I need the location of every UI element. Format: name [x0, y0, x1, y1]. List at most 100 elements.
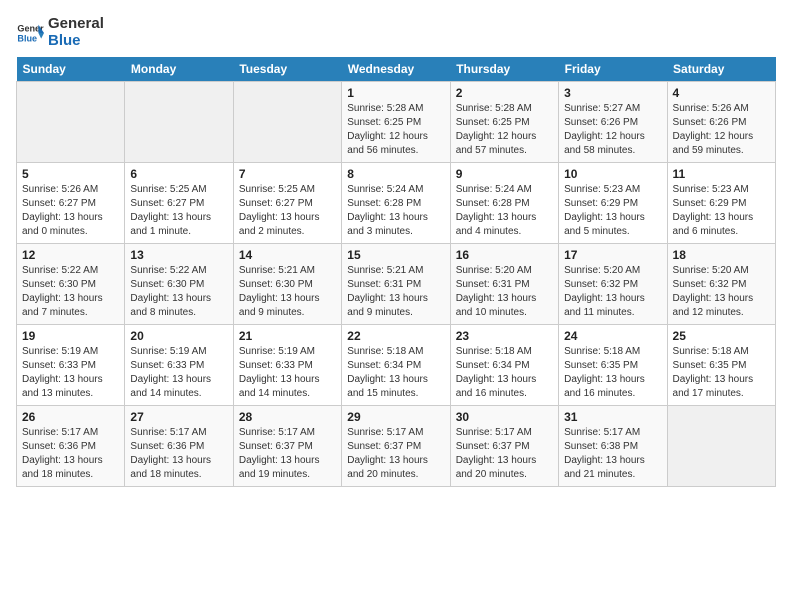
calendar-cell: [17, 82, 125, 163]
day-number: 3: [564, 86, 661, 100]
day-info: Sunrise: 5:25 AM Sunset: 6:27 PM Dayligh…: [130, 183, 227, 239]
col-header-friday: Friday: [559, 57, 667, 82]
day-info: Sunrise: 5:19 AM Sunset: 6:33 PM Dayligh…: [239, 345, 336, 401]
day-info: Sunrise: 5:28 AM Sunset: 6:25 PM Dayligh…: [456, 102, 553, 158]
day-number: 23: [456, 329, 553, 343]
calendar-cell: 9 Sunrise: 5:24 AM Sunset: 6:28 PM Daylig…: [450, 163, 558, 244]
calendar-cell: 19 Sunrise: 5:19 AM Sunset: 6:33 PM Dayli…: [17, 325, 125, 406]
calendar-cell: 20 Sunrise: 5:19 AM Sunset: 6:33 PM Dayli…: [125, 325, 233, 406]
day-number: 19: [22, 329, 119, 343]
day-info: Sunrise: 5:19 AM Sunset: 6:33 PM Dayligh…: [130, 345, 227, 401]
day-number: 14: [239, 248, 336, 262]
day-info: Sunrise: 5:23 AM Sunset: 6:29 PM Dayligh…: [673, 183, 770, 239]
calendar-cell: 18Sunrise: 5:20 AM Sunset: 6:32 PM Dayli…: [667, 244, 775, 325]
calendar-cell: 31 Sunrise: 5:17 AM Sunset: 6:38 PM Dayli…: [559, 406, 667, 487]
calendar-cell: [667, 406, 775, 487]
day-info: Sunrise: 5:24 AM Sunset: 6:28 PM Dayligh…: [456, 183, 553, 239]
day-number: 24: [564, 329, 661, 343]
day-number: 18: [673, 248, 770, 262]
calendar-cell: 26 Sunrise: 5:17 AM Sunset: 6:36 PM Dayli…: [17, 406, 125, 487]
calendar-cell: 10 Sunrise: 5:23 AM Sunset: 6:29 PM Dayli…: [559, 163, 667, 244]
page-header: General Blue General Blue: [16, 16, 776, 49]
calendar-cell: [125, 82, 233, 163]
day-info: Sunrise: 5:18 AM Sunset: 6:34 PM Dayligh…: [347, 345, 444, 401]
day-number: 11: [673, 167, 770, 181]
calendar-cell: 14Sunrise: 5:21 AM Sunset: 6:30 PM Dayli…: [233, 244, 341, 325]
day-number: 5: [22, 167, 119, 181]
calendar-cell: 28 Sunrise: 5:17 AM Sunset: 6:37 PM Dayli…: [233, 406, 341, 487]
day-info: Sunrise: 5:17 AM Sunset: 6:38 PM Dayligh…: [564, 426, 661, 482]
col-header-monday: Monday: [125, 57, 233, 82]
day-number: 28: [239, 410, 336, 424]
day-info: Sunrise: 5:17 AM Sunset: 6:36 PM Dayligh…: [22, 426, 119, 482]
calendar-cell: 2 Sunrise: 5:28 AM Sunset: 6:25 PM Daylig…: [450, 82, 558, 163]
day-number: 10: [564, 167, 661, 181]
day-number: 31: [564, 410, 661, 424]
calendar-cell: 22 Sunrise: 5:18 AM Sunset: 6:34 PM Dayli…: [342, 325, 450, 406]
day-info: Sunrise: 5:18 AM Sunset: 6:34 PM Dayligh…: [456, 345, 553, 401]
calendar-cell: 11 Sunrise: 5:23 AM Sunset: 6:29 PM Dayli…: [667, 163, 775, 244]
day-info: Sunrise: 5:18 AM Sunset: 6:35 PM Dayligh…: [564, 345, 661, 401]
day-number: 15: [347, 248, 444, 262]
calendar-cell: 1Sunrise: 5:28 AM Sunset: 6:25 PM Daylig…: [342, 82, 450, 163]
day-info: Sunrise: 5:25 AM Sunset: 6:27 PM Dayligh…: [239, 183, 336, 239]
calendar-cell: 25Sunrise: 5:18 AM Sunset: 6:35 PM Dayli…: [667, 325, 775, 406]
calendar-cell: 27Sunrise: 5:17 AM Sunset: 6:36 PM Dayli…: [125, 406, 233, 487]
logo-blue: Blue: [48, 33, 104, 50]
day-number: 21: [239, 329, 336, 343]
day-number: 4: [673, 86, 770, 100]
calendar-cell: 8Sunrise: 5:24 AM Sunset: 6:28 PM Daylig…: [342, 163, 450, 244]
day-number: 13: [130, 248, 227, 262]
day-info: Sunrise: 5:27 AM Sunset: 6:26 PM Dayligh…: [564, 102, 661, 158]
logo-icon: General Blue: [16, 19, 44, 47]
calendar-cell: 24 Sunrise: 5:18 AM Sunset: 6:35 PM Dayli…: [559, 325, 667, 406]
day-info: Sunrise: 5:17 AM Sunset: 6:37 PM Dayligh…: [347, 426, 444, 482]
calendar-cell: 6 Sunrise: 5:25 AM Sunset: 6:27 PM Daylig…: [125, 163, 233, 244]
day-number: 22: [347, 329, 444, 343]
day-number: 20: [130, 329, 227, 343]
calendar-cell: 29 Sunrise: 5:17 AM Sunset: 6:37 PM Dayli…: [342, 406, 450, 487]
day-info: Sunrise: 5:19 AM Sunset: 6:33 PM Dayligh…: [22, 345, 119, 401]
day-number: 29: [347, 410, 444, 424]
day-number: 30: [456, 410, 553, 424]
day-number: 12: [22, 248, 119, 262]
day-info: Sunrise: 5:28 AM Sunset: 6:25 PM Dayligh…: [347, 102, 444, 158]
day-number: 9: [456, 167, 553, 181]
calendar-cell: 21 Sunrise: 5:19 AM Sunset: 6:33 PM Dayli…: [233, 325, 341, 406]
day-number: 6: [130, 167, 227, 181]
calendar-week-row: 26 Sunrise: 5:17 AM Sunset: 6:36 PM Dayli…: [17, 406, 776, 487]
col-header-thursday: Thursday: [450, 57, 558, 82]
day-info: Sunrise: 5:17 AM Sunset: 6:37 PM Dayligh…: [239, 426, 336, 482]
calendar-week-row: 1Sunrise: 5:28 AM Sunset: 6:25 PM Daylig…: [17, 82, 776, 163]
calendar-week-row: 12 Sunrise: 5:22 AM Sunset: 6:30 PM Dayli…: [17, 244, 776, 325]
svg-text:Blue: Blue: [17, 33, 37, 43]
calendar-cell: 15 Sunrise: 5:21 AM Sunset: 6:31 PM Dayli…: [342, 244, 450, 325]
calendar-week-row: 5Sunrise: 5:26 AM Sunset: 6:27 PM Daylig…: [17, 163, 776, 244]
day-number: 8: [347, 167, 444, 181]
day-info: Sunrise: 5:22 AM Sunset: 6:30 PM Dayligh…: [22, 264, 119, 320]
day-info: Sunrise: 5:21 AM Sunset: 6:31 PM Dayligh…: [347, 264, 444, 320]
day-number: 2: [456, 86, 553, 100]
calendar-cell: 4 Sunrise: 5:26 AM Sunset: 6:26 PM Daylig…: [667, 82, 775, 163]
calendar-cell: 23 Sunrise: 5:18 AM Sunset: 6:34 PM Dayli…: [450, 325, 558, 406]
calendar-cell: 7 Sunrise: 5:25 AM Sunset: 6:27 PM Daylig…: [233, 163, 341, 244]
calendar-cell: 5Sunrise: 5:26 AM Sunset: 6:27 PM Daylig…: [17, 163, 125, 244]
day-number: 27: [130, 410, 227, 424]
calendar-cell: 12 Sunrise: 5:22 AM Sunset: 6:30 PM Dayli…: [17, 244, 125, 325]
day-info: Sunrise: 5:18 AM Sunset: 6:35 PM Dayligh…: [673, 345, 770, 401]
day-number: 16: [456, 248, 553, 262]
calendar-cell: 13Sunrise: 5:22 AM Sunset: 6:30 PM Dayli…: [125, 244, 233, 325]
logo: General Blue General Blue: [16, 16, 104, 49]
logo-general: General: [48, 15, 104, 32]
day-info: Sunrise: 5:23 AM Sunset: 6:29 PM Dayligh…: [564, 183, 661, 239]
day-number: 7: [239, 167, 336, 181]
day-info: Sunrise: 5:26 AM Sunset: 6:26 PM Dayligh…: [673, 102, 770, 158]
day-number: 26: [22, 410, 119, 424]
day-info: Sunrise: 5:20 AM Sunset: 6:32 PM Dayligh…: [564, 264, 661, 320]
calendar-week-row: 19 Sunrise: 5:19 AM Sunset: 6:33 PM Dayli…: [17, 325, 776, 406]
day-info: Sunrise: 5:17 AM Sunset: 6:37 PM Dayligh…: [456, 426, 553, 482]
day-number: 17: [564, 248, 661, 262]
calendar-header-row: SundayMondayTuesdayWednesdayThursdayFrid…: [17, 57, 776, 82]
calendar-cell: 3 Sunrise: 5:27 AM Sunset: 6:26 PM Daylig…: [559, 82, 667, 163]
calendar-cell: 30 Sunrise: 5:17 AM Sunset: 6:37 PM Dayli…: [450, 406, 558, 487]
